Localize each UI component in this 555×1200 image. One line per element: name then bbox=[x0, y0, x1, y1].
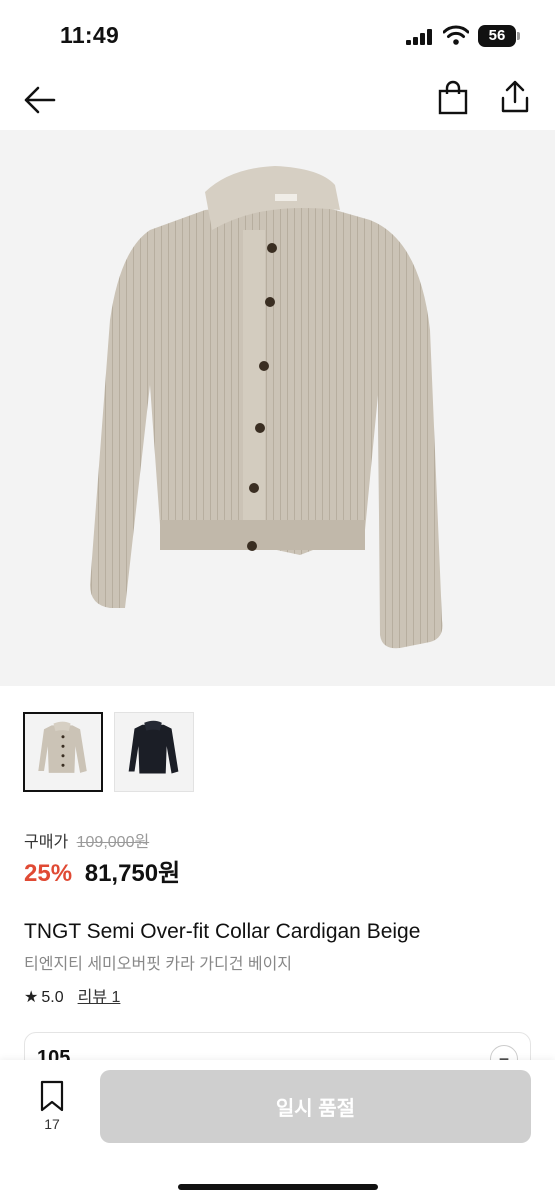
thumbnail-beige[interactable] bbox=[23, 712, 103, 792]
product-title-ko: 티엔지티 세미오버핏 카라 가디건 베이지 bbox=[24, 956, 293, 973]
price-row: 25% 81,750원 bbox=[24, 853, 180, 888]
share-button[interactable] bbox=[497, 78, 533, 116]
price-label: 구매가 bbox=[24, 834, 69, 851]
signal-icon bbox=[406, 29, 432, 45]
wishlist-count: 17 bbox=[44, 1116, 60, 1132]
home-indicator bbox=[178, 1184, 378, 1190]
sold-out-button[interactable]: 일시 품절 bbox=[100, 1070, 531, 1143]
nav-bar bbox=[0, 70, 555, 130]
bookmark-icon bbox=[40, 1080, 64, 1112]
thumbnail-beige-image bbox=[38, 721, 87, 773]
thumbnail-black[interactable] bbox=[114, 712, 194, 792]
star-icon: ★ bbox=[24, 989, 39, 1006]
battery-icon: 56 bbox=[478, 25, 520, 47]
back-arrow-icon bbox=[24, 86, 56, 114]
review-link[interactable]: 리뷰 1 bbox=[78, 989, 121, 1006]
wishlist-button[interactable]: 17 bbox=[30, 1080, 74, 1140]
rating-row: ★ 5.0 리뷰 1 bbox=[24, 983, 120, 1007]
status-bar: 11:49 56 bbox=[0, 0, 555, 70]
bottom-action-bar: 17 일시 품절 bbox=[0, 1060, 555, 1200]
final-price: 81,750원 bbox=[84, 860, 181, 887]
shopping-bag-icon bbox=[438, 80, 468, 115]
price-label-row: 구매가 109,000원 bbox=[24, 828, 149, 852]
rating-value: 5.0 bbox=[41, 989, 64, 1006]
cardigan-illustration bbox=[90, 166, 443, 649]
back-button[interactable] bbox=[20, 80, 60, 120]
product-main-image[interactable] bbox=[0, 130, 555, 686]
original-price: 109,000원 bbox=[76, 834, 150, 851]
thumbnail-black-image bbox=[128, 720, 179, 774]
status-time: 11:49 bbox=[60, 22, 120, 48]
product-title-en: TNGT Semi Over-fit Collar Cardigan Beige bbox=[24, 920, 421, 943]
shopping-bag-button[interactable] bbox=[436, 80, 470, 116]
discount-rate: 25% bbox=[24, 860, 73, 887]
wifi-icon bbox=[443, 25, 469, 45]
share-icon bbox=[501, 80, 529, 113]
